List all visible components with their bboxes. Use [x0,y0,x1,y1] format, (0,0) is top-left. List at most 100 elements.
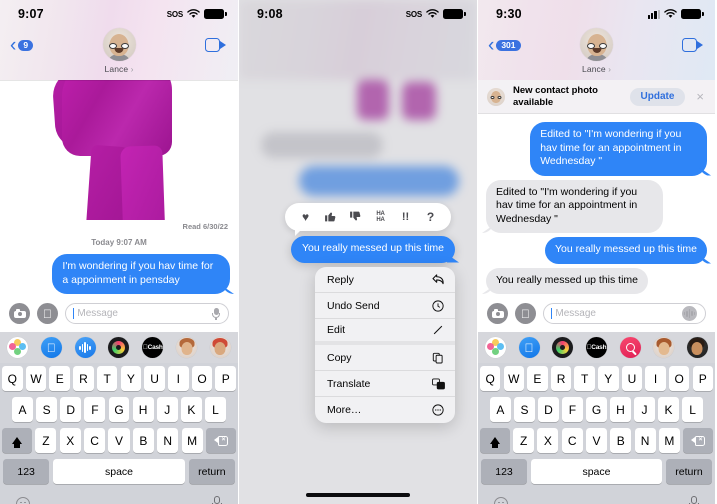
key-o[interactable]: O [668,366,690,391]
key-v[interactable]: V [585,428,608,453]
key-n[interactable]: N [157,428,179,453]
key-d[interactable]: D [60,397,82,422]
key-m[interactable]: M [658,428,680,453]
facetime-icon[interactable] [682,38,703,52]
app-store-icon[interactable]:  [518,337,540,358]
incoming-bubble[interactable]: You really messed up this time [486,267,649,294]
mic-icon[interactable] [212,496,222,504]
key-u[interactable]: U [144,366,165,391]
update-button[interactable]: Update [629,87,686,106]
space-key[interactable]: space [53,459,185,484]
back-button[interactable]: ‹ 9 [10,36,34,55]
key-g[interactable]: G [108,397,130,422]
key-z[interactable]: Z [513,428,535,453]
outgoing-bubble[interactable]: Edited to "I'm wondering if you hav time… [530,122,707,176]
key-t[interactable]: T [96,366,118,391]
key-j[interactable]: J [156,397,178,422]
key-c[interactable]: C [84,428,106,453]
key-y[interactable]: Y [598,366,619,391]
back-button[interactable]: ‹ 301 [488,36,521,55]
emoji-icon[interactable] [16,496,30,504]
key-v[interactable]: V [108,428,130,453]
app-store-button[interactable]:  [37,303,58,324]
space-key[interactable]: space [531,459,662,484]
shift-key[interactable] [2,428,33,453]
mic-icon[interactable] [212,307,220,320]
key-d[interactable]: D [538,397,559,422]
key-w[interactable]: W [503,366,525,391]
camera-button[interactable] [9,303,30,324]
return-key[interactable]: return [188,459,236,484]
memoji-icon[interactable] [653,337,675,358]
key-p[interactable]: P [215,366,236,391]
emoji-icon[interactable] [494,496,508,504]
backspace-key[interactable]: × [205,428,236,453]
apple-cash-icon[interactable]: Cash [585,337,607,358]
key-t[interactable]: T [574,366,595,391]
apple-cash-icon[interactable]: Cash [142,337,164,358]
key-i[interactable]: I [645,366,666,391]
contact-header[interactable]: Lance › [0,28,238,74]
selected-message-bubble[interactable]: You really messed up this time [291,236,456,263]
return-key[interactable]: return [665,459,712,484]
key-e[interactable]: E [49,366,70,391]
key-r[interactable]: R [73,366,94,391]
key-c[interactable]: C [561,428,583,453]
tapback-haha-icon[interactable]: HA HA [368,211,393,224]
memoji-icon[interactable] [209,337,231,358]
menu-item-copy[interactable]: Copy [315,345,455,371]
memoji-icon[interactable] [176,337,198,358]
key-i[interactable]: I [168,366,189,391]
photos-icon[interactable] [7,337,28,358]
key-s[interactable]: S [36,397,58,422]
app-store-icon[interactable]:  [40,337,62,358]
numbers-key[interactable]: 123 [481,459,528,484]
key-f[interactable]: F [84,397,106,422]
shift-key[interactable] [479,428,510,453]
key-h[interactable]: H [132,397,154,422]
audio-waveform-icon[interactable] [682,306,697,321]
music-icon[interactable] [108,337,130,358]
key-m[interactable]: M [181,428,203,453]
music-icon[interactable] [552,337,574,358]
key-f[interactable]: F [562,397,583,422]
key-b[interactable]: B [132,428,154,453]
outgoing-bubble[interactable]: You really messed up this time [544,237,707,264]
key-r[interactable]: R [550,366,572,391]
key-h[interactable]: H [610,397,631,422]
message-input[interactable]: Message [65,303,229,324]
memoji-icon[interactable] [686,337,708,358]
key-k[interactable]: K [658,397,679,422]
key-q[interactable]: Q [479,366,501,391]
facetime-icon[interactable] [205,38,226,52]
app-store-button[interactable]:  [515,303,536,324]
close-icon[interactable]: × [693,90,707,103]
key-s[interactable]: S [514,397,535,422]
photos-icon[interactable] [485,337,506,358]
key-j[interactable]: J [634,397,655,422]
camera-button[interactable] [487,303,508,324]
key-q[interactable]: Q [2,366,23,391]
menu-item-reply[interactable]: Reply [315,267,455,293]
key-w[interactable]: W [25,366,47,391]
tapback-thumbs-up-icon[interactable] [318,210,343,225]
key-p[interactable]: P [692,366,714,391]
outgoing-bubble[interactable]: I'm wondering if you hav time for a appo… [52,254,230,294]
key-g[interactable]: G [586,397,607,422]
menu-item-edit[interactable]: Edit [315,319,455,345]
menu-item-translate[interactable]: Translate [315,371,455,397]
key-a[interactable]: A [490,397,511,422]
backspace-key[interactable]: × [683,428,714,453]
menu-item-more[interactable]: More… [315,397,455,423]
key-x[interactable]: X [537,428,559,453]
numbers-key[interactable]: 123 [3,459,50,484]
key-b[interactable]: B [610,428,632,453]
key-u[interactable]: U [621,366,643,391]
tapback-thumbs-down-icon[interactable] [343,210,368,225]
tapback-exclamation-icon[interactable]: !! [393,211,418,223]
key-o[interactable]: O [191,366,213,391]
key-l[interactable]: L [205,397,226,422]
menu-item-undo-send[interactable]: Undo Send [315,293,455,319]
key-l[interactable]: L [682,397,703,422]
tapback-heart-icon[interactable]: ♥ [293,211,318,223]
